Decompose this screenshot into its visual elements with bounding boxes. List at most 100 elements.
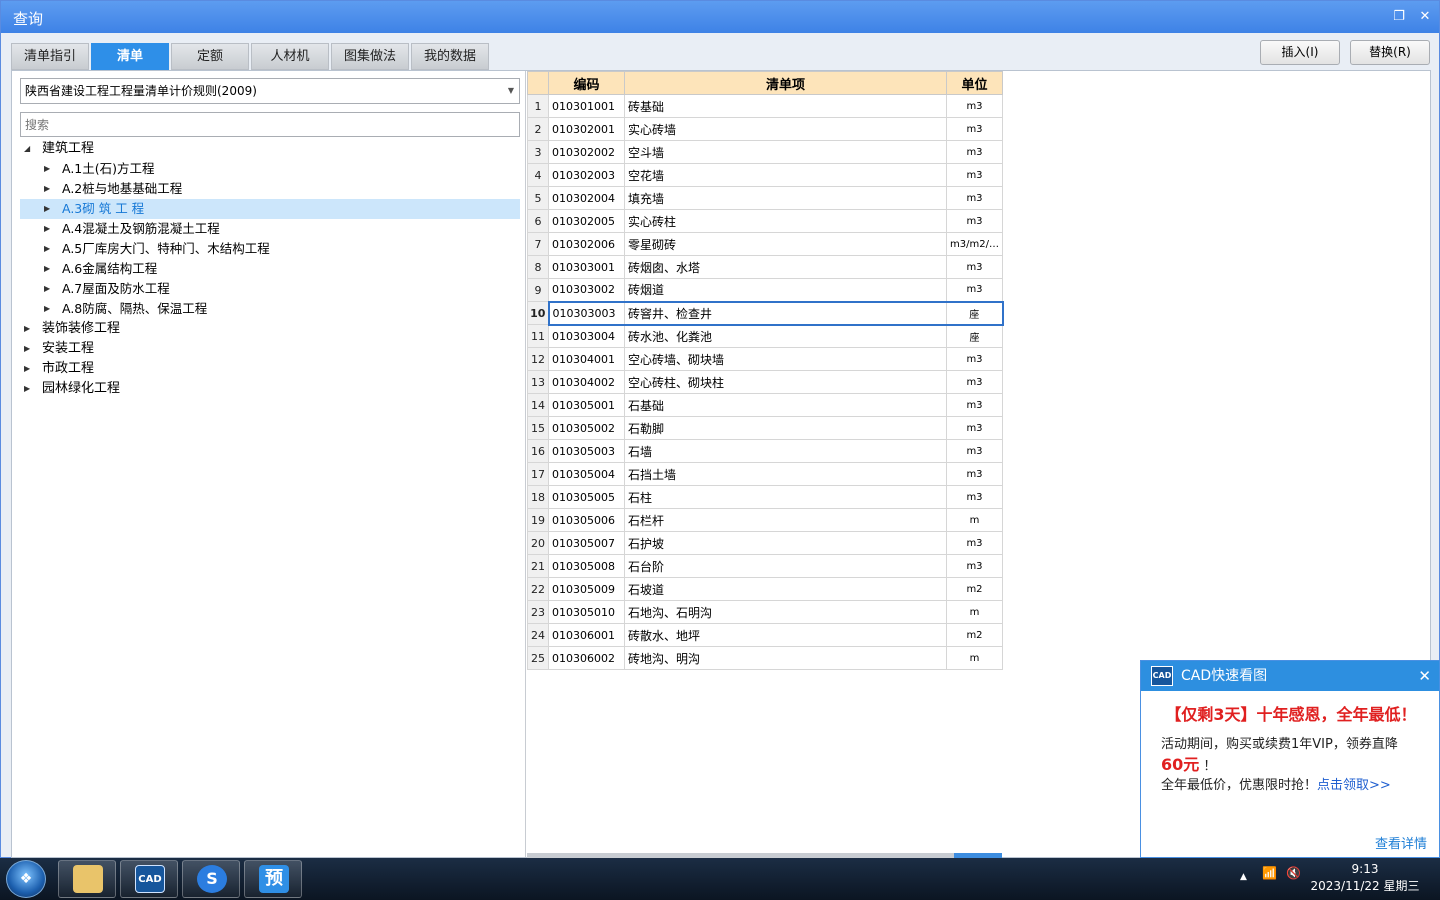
- tree-node[interactable]: ▶ 市政工程: [20, 359, 520, 379]
- expand-arrow-icon[interactable]: ▶: [44, 199, 50, 219]
- tab-bill-guide[interactable]: 清单指引: [11, 43, 89, 70]
- expand-arrow-icon[interactable]: ▶: [44, 299, 50, 319]
- unit-cell[interactable]: m3: [946, 439, 1003, 463]
- tree-node[interactable]: ▶ A.6金属结构工程: [20, 259, 520, 279]
- unit-cell[interactable]: m3: [946, 531, 1003, 555]
- row-number-cell[interactable]: 15: [527, 416, 549, 440]
- item-cell[interactable]: 零星砌砖: [624, 232, 947, 256]
- tab-atlas-method[interactable]: 图集做法: [331, 43, 409, 70]
- table-row[interactable]: 5 010302004 填充墙 m3: [527, 186, 1003, 210]
- code-cell[interactable]: 010303001: [548, 255, 625, 279]
- insert-button[interactable]: 插入(I): [1260, 40, 1340, 65]
- table-row[interactable]: 13 010304002 空心砖柱、砌块柱 m3: [527, 370, 1003, 394]
- row-number-cell[interactable]: 19: [527, 508, 549, 532]
- item-cell[interactable]: 石柱: [624, 485, 947, 509]
- row-number-cell[interactable]: 4: [527, 163, 549, 187]
- item-cell[interactable]: 砖烟道: [624, 278, 947, 302]
- table-row[interactable]: 21 010305008 石台阶 m3: [527, 554, 1003, 578]
- table-row[interactable]: 24 010306001 砖散水、地坪 m2: [527, 623, 1003, 647]
- row-number-cell[interactable]: 18: [527, 485, 549, 509]
- table-row[interactable]: 9 010303002 砖烟道 m3: [527, 278, 1003, 302]
- item-cell[interactable]: 实心砖墙: [624, 117, 947, 141]
- item-cell[interactable]: 填充墙: [624, 186, 947, 210]
- tab-bill[interactable]: 清单: [91, 43, 169, 70]
- unit-cell[interactable]: m: [946, 600, 1003, 624]
- code-cell[interactable]: 010302006: [548, 232, 625, 256]
- code-cell[interactable]: 010305001: [548, 393, 625, 417]
- windows-start-icon[interactable]: ❖: [6, 860, 46, 898]
- row-number-cell[interactable]: 3: [527, 140, 549, 164]
- item-cell[interactable]: 砖水池、化粪池: [624, 324, 947, 348]
- row-number-cell[interactable]: 17: [527, 462, 549, 486]
- expand-arrow-icon[interactable]: ▶: [24, 319, 30, 339]
- unit-cell[interactable]: m3: [946, 462, 1003, 486]
- table-row[interactable]: 16 010305003 石墙 m3: [527, 439, 1003, 463]
- table-row[interactable]: 3 010302002 空斗墙 m3: [527, 140, 1003, 164]
- code-cell[interactable]: 010303004: [548, 324, 625, 348]
- unit-cell[interactable]: m3: [946, 554, 1003, 578]
- item-cell[interactable]: 石台阶: [624, 554, 947, 578]
- item-cell[interactable]: 石基础: [624, 393, 947, 417]
- unit-cell[interactable]: m: [946, 508, 1003, 532]
- taskbar-app-sogou[interactable]: S: [182, 860, 240, 898]
- tree-node[interactable]: ▶ 安装工程: [20, 339, 520, 359]
- network-icon[interactable]: 📶: [1262, 866, 1277, 880]
- code-cell[interactable]: 010304001: [548, 347, 625, 371]
- close-icon[interactable]: ✕: [1415, 7, 1435, 27]
- search-input[interactable]: [20, 112, 520, 137]
- table-row[interactable]: 18 010305005 石柱 m3: [527, 485, 1003, 509]
- table-row[interactable]: 22 010305009 石坡道 m2: [527, 577, 1003, 601]
- row-number-cell[interactable]: 20: [527, 531, 549, 555]
- code-cell[interactable]: 010303003: [547, 300, 625, 326]
- volume-muted-icon[interactable]: 🔇: [1286, 866, 1301, 880]
- code-cell[interactable]: 010305007: [548, 531, 625, 555]
- tree-node[interactable]: ▶ A.7屋面及防水工程: [20, 279, 520, 299]
- row-number-cell[interactable]: 25: [527, 646, 549, 670]
- table-row[interactable]: 14 010305001 石基础 m3: [527, 393, 1003, 417]
- row-number-cell[interactable]: 2: [527, 117, 549, 141]
- tab-my-data[interactable]: 我的数据: [411, 43, 489, 70]
- system-clock[interactable]: 9:13 2023/11/22 星期三: [1300, 861, 1430, 895]
- unit-cell[interactable]: m3: [946, 485, 1003, 509]
- unit-cell[interactable]: m3: [946, 370, 1003, 394]
- code-cell[interactable]: 010305008: [548, 554, 625, 578]
- expand-arrow-icon[interactable]: ▶: [44, 159, 50, 179]
- unit-cell[interactable]: m3: [946, 278, 1003, 302]
- unit-cell[interactable]: m3: [946, 416, 1003, 440]
- item-cell[interactable]: 空心砖柱、砌块柱: [624, 370, 947, 394]
- item-cell[interactable]: 石护坡: [624, 531, 947, 555]
- item-cell[interactable]: 石栏杆: [624, 508, 947, 532]
- item-cell[interactable]: 石挡土墙: [624, 462, 947, 486]
- unit-cell[interactable]: 座: [946, 300, 1004, 326]
- expand-arrow-icon[interactable]: ▶: [44, 239, 50, 259]
- item-cell[interactable]: 空斗墙: [624, 140, 947, 164]
- table-row[interactable]: 6 010302005 实心砖柱 m3: [527, 209, 1003, 233]
- code-cell[interactable]: 010305006: [548, 508, 625, 532]
- row-number-cell[interactable]: 6: [527, 209, 549, 233]
- item-cell[interactable]: 石地沟、石明沟: [624, 600, 947, 624]
- table-row[interactable]: 4 010302003 空花墙 m3: [527, 163, 1003, 187]
- expand-arrow-icon[interactable]: ▶: [44, 219, 50, 239]
- code-column-header[interactable]: 编码: [548, 71, 625, 95]
- item-cell[interactable]: 空花墙: [624, 163, 947, 187]
- unit-cell[interactable]: m3: [946, 209, 1003, 233]
- table-row[interactable]: 17 010305004 石挡土墙 m3: [527, 462, 1003, 486]
- table-row[interactable]: 19 010305006 石栏杆 m: [527, 508, 1003, 532]
- row-number-cell[interactable]: 10: [527, 301, 549, 325]
- claim-link[interactable]: 点击领取>>: [1317, 778, 1391, 793]
- unit-cell[interactable]: m: [946, 646, 1003, 670]
- unit-cell[interactable]: 座: [946, 324, 1003, 348]
- tree-node[interactable]: ▶ A.2桩与地基基础工程: [20, 179, 520, 199]
- expand-arrow-icon[interactable]: ▶: [24, 339, 30, 359]
- row-number-cell[interactable]: 22: [527, 577, 549, 601]
- row-number-cell[interactable]: 8: [527, 255, 549, 279]
- row-number-cell[interactable]: 12: [527, 347, 549, 371]
- taskbar-app-explorer[interactable]: [58, 860, 116, 898]
- table-row[interactable]: 10 010303003 砖窨井、检查井座: [527, 300, 1004, 326]
- code-cell[interactable]: 010305009: [548, 577, 625, 601]
- collapse-arrow-icon[interactable]: ◢: [24, 139, 30, 159]
- code-cell[interactable]: 010302003: [548, 163, 625, 187]
- tree-node[interactable]: ▶ A.3砌 筑 工 程: [20, 199, 520, 219]
- table-row[interactable]: 25 010306002 砖地沟、明沟 m: [527, 646, 1003, 670]
- expand-arrow-icon[interactable]: ▶: [44, 179, 50, 199]
